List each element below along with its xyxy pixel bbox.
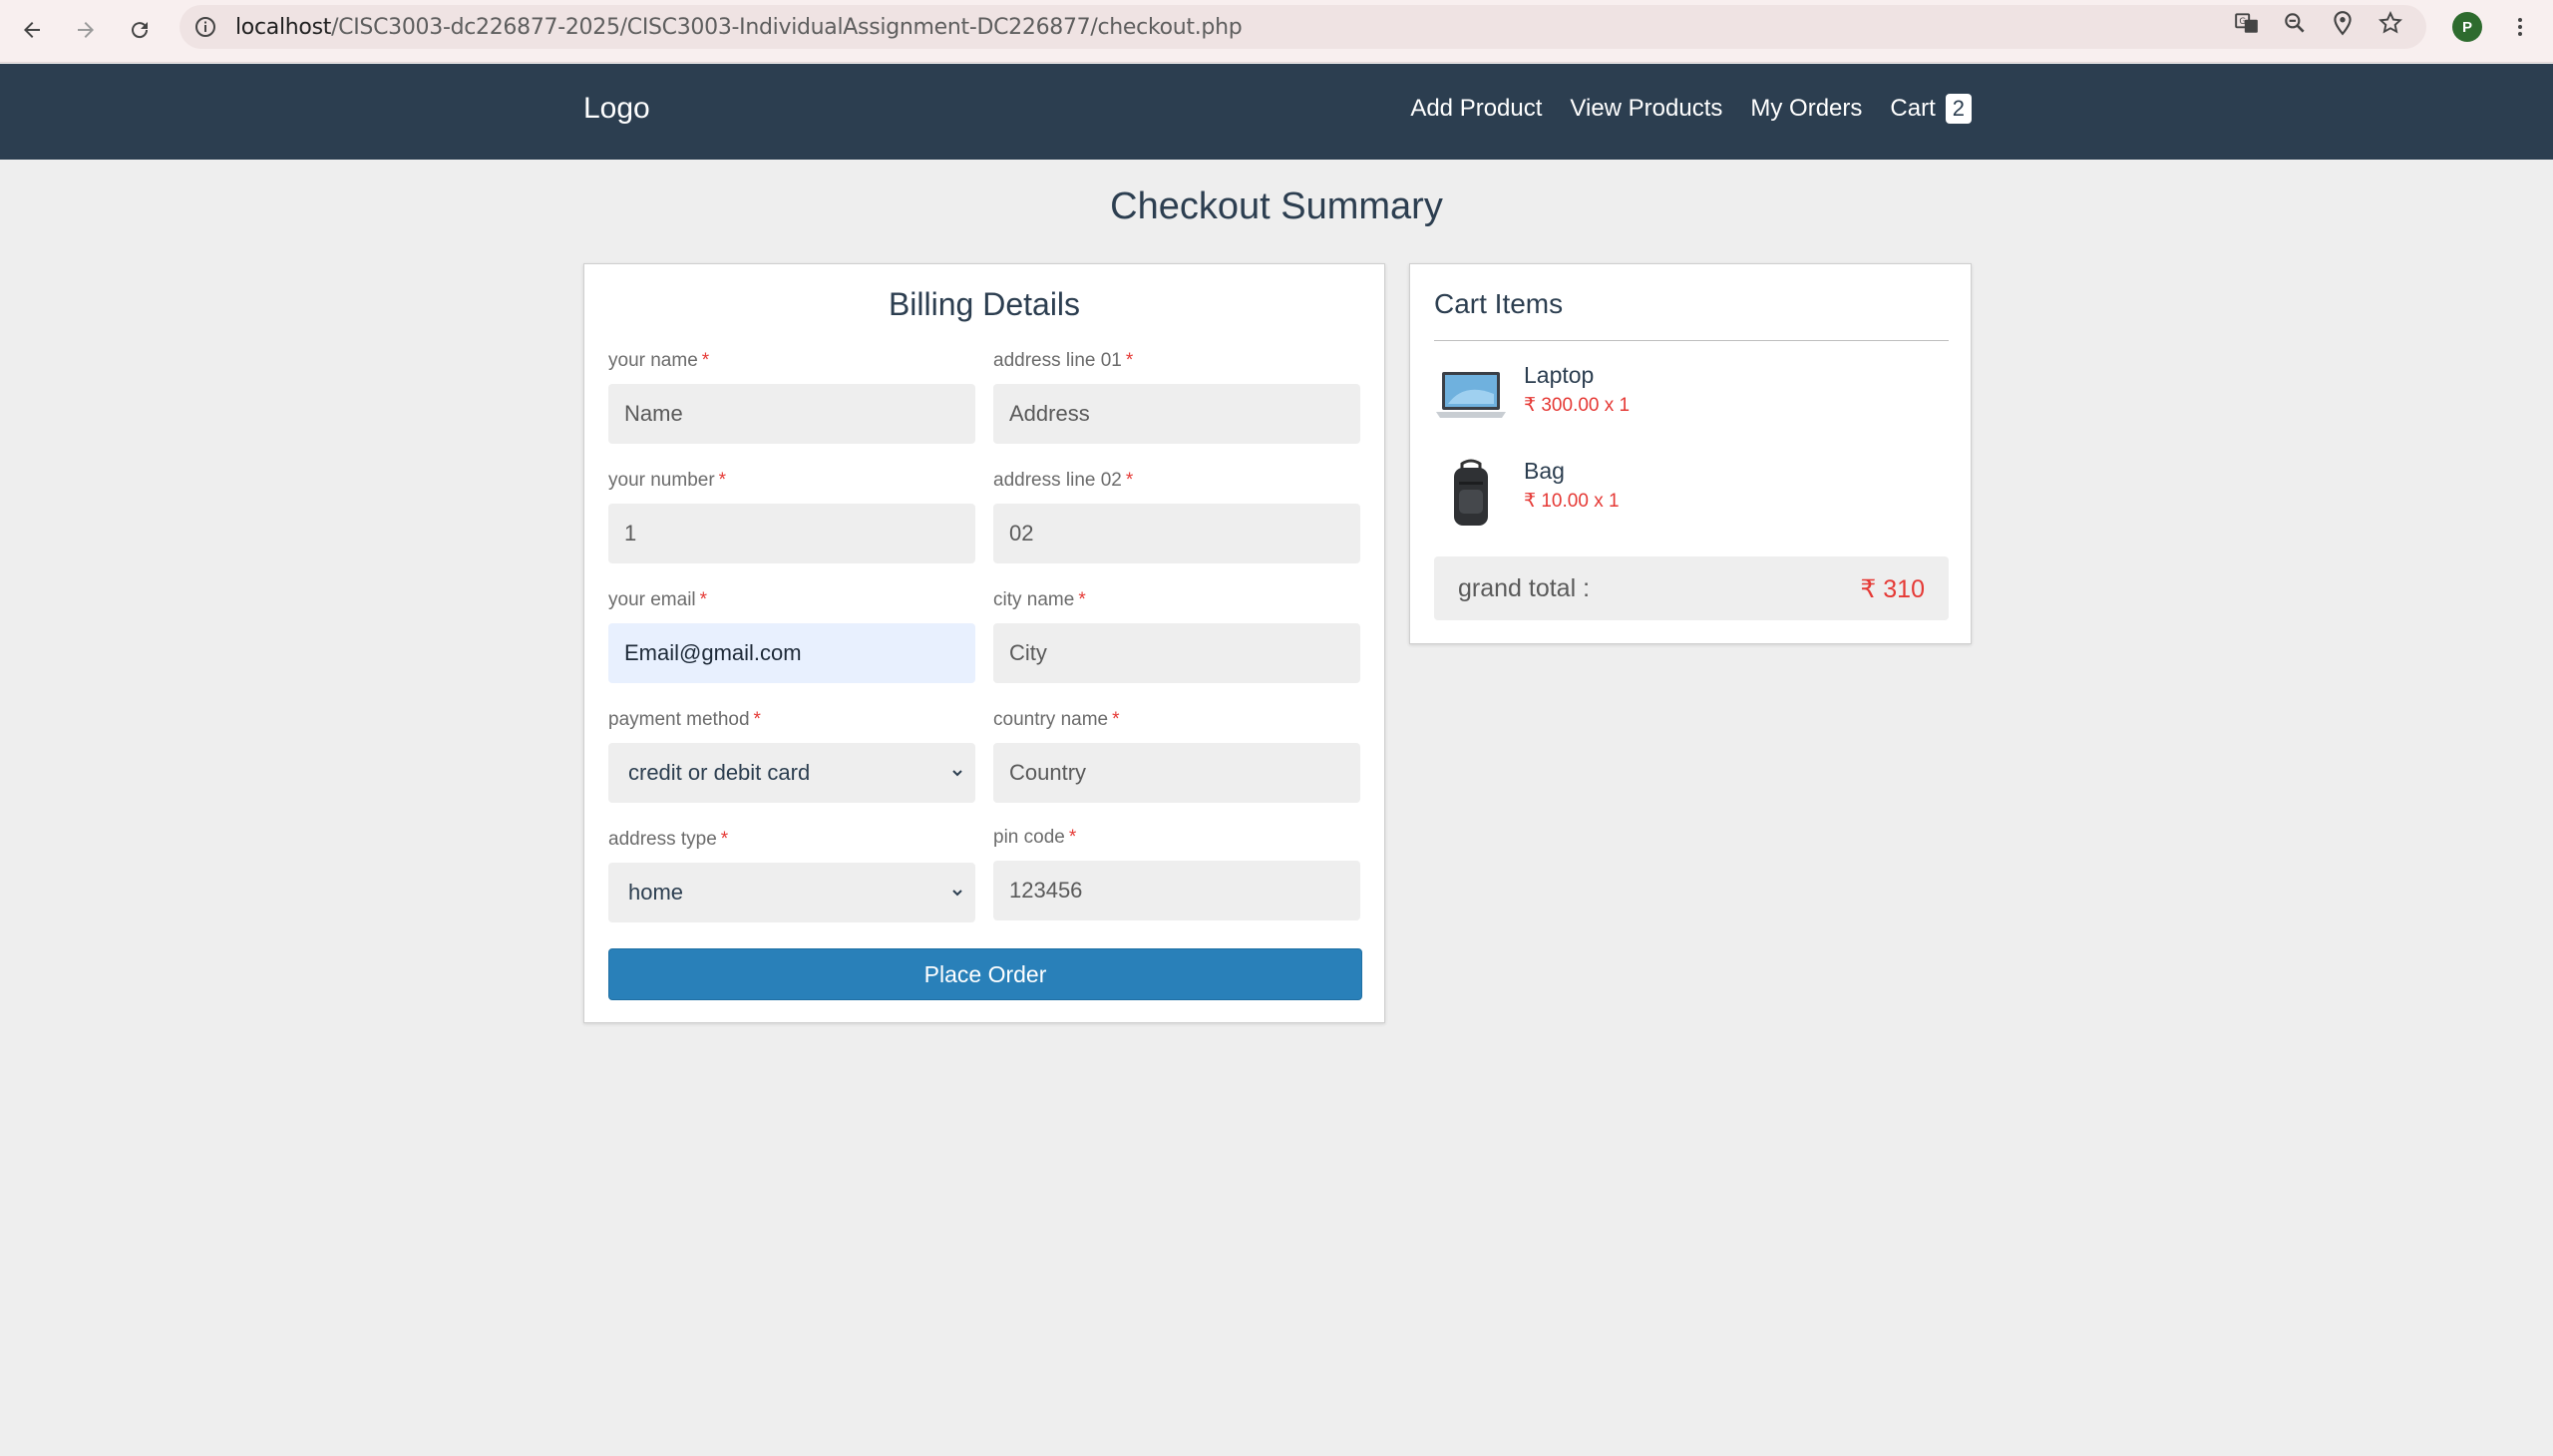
cart-item-price: ₹ 300.00 x 1	[1524, 395, 1631, 416]
page-title: Checkout Summary	[1110, 185, 1443, 227]
nav-view-products[interactable]: View Products	[1570, 95, 1722, 123]
laptop-image	[1436, 372, 1506, 418]
cart-item-name: Laptop	[1524, 362, 1595, 388]
billing-details-form: Billing Details your name * Name address …	[583, 263, 1385, 1023]
divider	[1434, 340, 1949, 341]
address-type-value: home	[628, 880, 684, 905]
back-icon[interactable]	[14, 12, 50, 48]
grand-total-label: grand total :	[1458, 574, 1591, 602]
url-text[interactable]: localhost/CISC3003-dc226877-2025/CISC300…	[235, 15, 1243, 40]
country-field-group: country name * Country	[993, 709, 1360, 803]
main-nav: Add Product View Products My Orders Cart…	[1382, 94, 1972, 124]
cart-count-badge: 2	[1945, 94, 1972, 124]
email-input[interactable]: Email@gmail.com	[608, 623, 975, 683]
address1-label: address line 01 *	[993, 350, 1134, 371]
address1-input[interactable]: Address	[993, 384, 1360, 444]
name-field-group: your name * Name	[608, 350, 975, 444]
address2-input[interactable]: 02	[993, 504, 1360, 563]
svg-text:G: G	[2239, 17, 2246, 27]
chevron-down-icon	[952, 890, 962, 897]
nav-my-orders[interactable]: My Orders	[1750, 95, 1862, 123]
name-input[interactable]: Name	[608, 384, 975, 444]
translate-icon[interactable]: G	[2234, 10, 2260, 36]
cart-items-panel: Cart Items Laptop ₹ 300.00 x 1 Bag ₹ 10.…	[1409, 263, 1972, 644]
billing-title: Billing Details	[888, 286, 1081, 322]
payment-method-select[interactable]: credit or debit card	[608, 743, 975, 803]
address-type-label: address type *	[608, 829, 729, 850]
site-info-icon[interactable]	[193, 15, 217, 39]
number-input[interactable]: 1	[608, 504, 975, 563]
cart-title: Cart Items	[1434, 288, 1564, 319]
grand-total: grand total : ₹ 310	[1434, 556, 1949, 620]
site-header: Logo Add Product View Products My Orders…	[0, 64, 2553, 160]
address2-field-group: address line 02 * 02	[993, 470, 1360, 563]
name-label: your name *	[608, 350, 710, 371]
payment-label: payment method *	[608, 709, 761, 730]
site-logo[interactable]: Logo	[583, 92, 650, 126]
address2-label: address line 02 *	[993, 470, 1134, 491]
pin-field-group: pin code * 123456	[993, 827, 1360, 920]
backpack-image	[1454, 459, 1488, 526]
email-field-group: your email * Email@gmail.com	[608, 589, 975, 683]
pin-code-input[interactable]: 123456	[993, 861, 1360, 920]
reload-icon[interactable]	[122, 12, 158, 48]
number-label: your number *	[608, 470, 727, 491]
nav-cart-label: Cart	[1890, 95, 1936, 122]
cart-item: Bag ₹ 10.00 x 1	[1434, 456, 1949, 536]
city-input[interactable]: City	[993, 623, 1360, 683]
chevron-down-icon	[952, 770, 962, 777]
pin-label: pin code *	[993, 827, 1077, 848]
country-label: country name *	[993, 709, 1120, 730]
browser-toolbar: localhost/CISC3003-dc226877-2025/CISC300…	[0, 0, 2553, 63]
menu-kebab-icon[interactable]	[2505, 12, 2535, 42]
email-label: your email *	[608, 589, 708, 610]
address-type-select[interactable]: home	[608, 863, 975, 922]
place-order-button[interactable]: Place Order	[608, 948, 1362, 1000]
city-label: city name *	[993, 589, 1086, 610]
country-input[interactable]: Country	[993, 743, 1360, 803]
forward-icon[interactable]	[68, 12, 104, 48]
zoom-icon[interactable]	[2282, 10, 2308, 36]
cart-item: Laptop ₹ 300.00 x 1	[1434, 360, 1949, 440]
number-field-group: your number * 1	[608, 470, 975, 563]
address1-field-group: address line 01 * Address	[993, 350, 1360, 444]
cart-item-name: Bag	[1524, 458, 1565, 484]
cart-item-price: ₹ 10.00 x 1	[1524, 491, 1620, 512]
profile-avatar[interactable]: P	[2452, 12, 2482, 42]
payment-method-value: credit or debit card	[628, 760, 811, 785]
address-bar[interactable]: localhost/CISC3003-dc226877-2025/CISC300…	[180, 5, 2426, 49]
city-field-group: city name * City	[993, 589, 1360, 683]
bookmark-star-icon[interactable]	[2377, 10, 2403, 36]
address-type-field-group: address type * home	[608, 829, 975, 922]
nav-cart[interactable]: Cart 2	[1890, 94, 1972, 124]
grand-total-value: ₹ 310	[1860, 575, 1925, 603]
payment-field-group: payment method * credit or debit card	[608, 709, 975, 803]
location-icon[interactable]	[2330, 10, 2356, 36]
nav-add-product[interactable]: Add Product	[1410, 95, 1542, 123]
